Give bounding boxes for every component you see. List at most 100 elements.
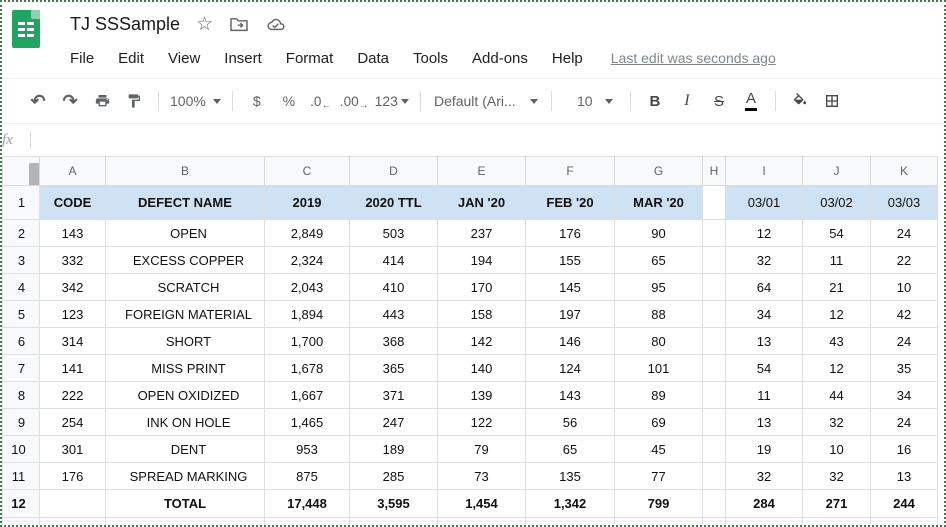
cell-D7[interactable]: 365 [350,355,438,382]
cell-F13[interactable] [526,518,615,526]
cell-D12[interactable]: 3,595 [350,490,438,518]
cell-B2[interactable]: OPEN [106,220,265,247]
column-header-G[interactable]: G [615,157,703,186]
formula-input[interactable] [31,124,944,156]
cell-F5[interactable]: 197 [526,301,615,328]
cell-I6[interactable]: 13 [726,328,803,355]
font-family-selector[interactable]: Default (Ari... [432,87,540,115]
row-header-12[interactable]: 12 [3,490,40,518]
text-color-button[interactable]: A [738,87,764,115]
cell-K9[interactable]: 24 [871,409,938,436]
cell-C5[interactable]: 1,894 [265,301,350,328]
cell-J7[interactable]: 12 [803,355,871,382]
cell-F3[interactable]: 155 [526,247,615,274]
cell-B7[interactable]: MISS PRINT [106,355,265,382]
cell-A4[interactable]: 342 [40,274,106,301]
row-header-11[interactable]: 11 [3,463,40,490]
cell-J5[interactable]: 12 [803,301,871,328]
cell-E5[interactable]: 158 [438,301,526,328]
cell-E12[interactable]: 1,454 [438,490,526,518]
cell-J13[interactable] [803,518,871,526]
cell-G2[interactable]: 90 [615,220,703,247]
borders-button[interactable] [819,87,845,115]
cell-D10[interactable]: 189 [350,436,438,463]
bold-button[interactable]: B [642,87,668,115]
row-header-5[interactable]: 5 [3,301,40,328]
column-header-A[interactable]: A [40,157,106,186]
cell-C11[interactable]: 875 [265,463,350,490]
cell-H13[interactable] [703,518,726,526]
cell-E9[interactable]: 122 [438,409,526,436]
cell-G5[interactable]: 88 [615,301,703,328]
cell-K13[interactable] [871,518,938,526]
cell-B11[interactable]: SPREAD MARKING [106,463,265,490]
cell-D5[interactable]: 443 [350,301,438,328]
menu-insert[interactable]: Insert [212,50,274,67]
cell-H10[interactable] [703,436,726,463]
cell-E1[interactable]: JAN '20 [438,186,526,220]
cell-G11[interactable]: 77 [615,463,703,490]
cell-G1[interactable]: MAR '20 [615,186,703,220]
undo-button[interactable]: ↶ [25,87,51,115]
cell-A13[interactable] [40,518,106,526]
cell-A1[interactable]: CODE [40,186,106,220]
cell-E4[interactable]: 170 [438,274,526,301]
cell-I5[interactable]: 34 [726,301,803,328]
cell-F9[interactable]: 56 [526,409,615,436]
cell-G9[interactable]: 69 [615,409,703,436]
menu-data[interactable]: Data [345,50,401,67]
cell-G13[interactable] [615,518,703,526]
menu-add-ons[interactable]: Add-ons [460,50,540,67]
cell-F6[interactable]: 146 [526,328,615,355]
cell-H7[interactable] [703,355,726,382]
cell-E11[interactable]: 73 [438,463,526,490]
cell-A7[interactable]: 141 [40,355,106,382]
column-header-D[interactable]: D [350,157,438,186]
row-header-4[interactable]: 4 [3,274,40,301]
cell-F10[interactable]: 65 [526,436,615,463]
cell-I13[interactable] [726,518,803,526]
cell-H6[interactable] [703,328,726,355]
move-to-folder-icon[interactable] [229,16,249,32]
cell-A2[interactable]: 143 [40,220,106,247]
menu-help[interactable]: Help [540,50,595,67]
cell-E13[interactable] [438,518,526,526]
cell-B1[interactable]: DEFECT NAME [106,186,265,220]
cell-H11[interactable] [703,463,726,490]
cell-B12[interactable]: TOTAL [106,490,265,518]
cell-J10[interactable]: 10 [803,436,871,463]
cell-C13[interactable] [265,518,350,526]
column-header-J[interactable]: J [803,157,871,186]
cell-D13[interactable] [350,518,438,526]
cell-F1[interactable]: FEB '20 [526,186,615,220]
cell-A10[interactable]: 301 [40,436,106,463]
format-percent-button[interactable]: % [276,87,302,115]
cell-I10[interactable]: 19 [726,436,803,463]
font-size-selector[interactable]: 10 [563,87,619,115]
cell-H9[interactable] [703,409,726,436]
fill-color-button[interactable] [787,87,813,115]
cell-H8[interactable] [703,382,726,409]
select-all-corner[interactable] [3,157,40,186]
cell-C10[interactable]: 953 [265,436,350,463]
cell-K6[interactable]: 24 [871,328,938,355]
row-header[interactable] [3,518,40,526]
cell-G4[interactable]: 95 [615,274,703,301]
cell-G6[interactable]: 80 [615,328,703,355]
cloud-saved-icon[interactable] [265,16,287,33]
row-header-8[interactable]: 8 [3,382,40,409]
cell-K1[interactable]: 03/03 [871,186,938,220]
cell-E3[interactable]: 194 [438,247,526,274]
cell-D2[interactable]: 503 [350,220,438,247]
cell-C1[interactable]: 2019 [265,186,350,220]
cell-I12[interactable]: 284 [726,490,803,518]
cell-E10[interactable]: 79 [438,436,526,463]
italic-button[interactable]: I [674,87,700,115]
column-header-E[interactable]: E [438,157,526,186]
cell-J3[interactable]: 11 [803,247,871,274]
row-header-9[interactable]: 9 [3,409,40,436]
paint-format-button[interactable] [121,87,147,115]
cell-C7[interactable]: 1,678 [265,355,350,382]
cell-H3[interactable] [703,247,726,274]
cell-I2[interactable]: 12 [726,220,803,247]
